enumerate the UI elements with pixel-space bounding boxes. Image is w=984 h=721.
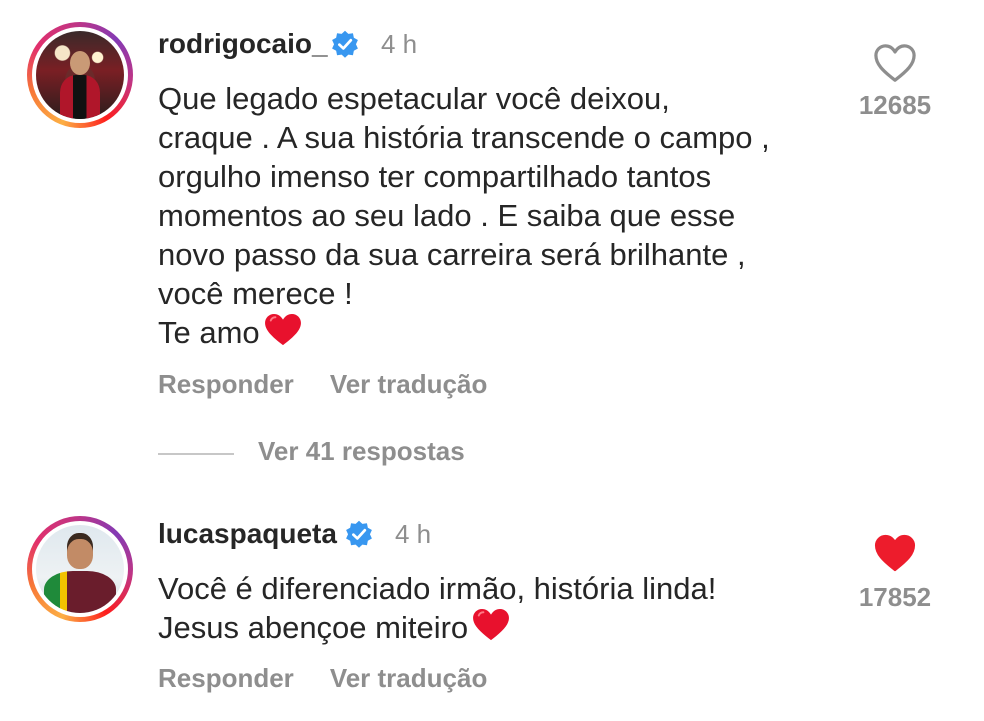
- comment-text: Você é diferenciado irmão, história lind…: [158, 571, 717, 645]
- like-count: 12685: [858, 90, 932, 120]
- comment-actions: Responder Ver tradução: [158, 369, 523, 400]
- reply-button[interactable]: Responder: [158, 663, 294, 693]
- comment-lucaspaqueta: lucaspaqueta 4 h Você é diferenciado irm…: [0, 498, 984, 721]
- comment-time: 4 h: [381, 29, 418, 59]
- avatar: [36, 525, 124, 613]
- red-heart-emoji-icon: [473, 608, 510, 641]
- replies-divider: [158, 453, 234, 455]
- avatar: [36, 31, 124, 119]
- comment-rodrigocaio: rodrigocaio_ 4 h Que legado espetacular …: [0, 0, 984, 466]
- translate-button[interactable]: Ver tradução: [330, 369, 488, 399]
- avatar-story-ring[interactable]: [27, 22, 133, 128]
- comment-username[interactable]: lucaspaqueta: [158, 518, 337, 550]
- comment-username[interactable]: rodrigocaio_: [158, 28, 328, 60]
- avatar-story-ring[interactable]: [27, 516, 133, 622]
- verified-badge-icon: [332, 30, 358, 58]
- heart-outline-icon[interactable]: [872, 42, 918, 84]
- comment-time: 4 h: [395, 519, 432, 549]
- translate-button[interactable]: Ver tradução: [330, 663, 488, 693]
- heart-filled-icon[interactable]: [872, 532, 918, 574]
- comment-text: Que legado espetacular você deixou, craq…: [158, 81, 770, 350]
- view-replies-label[interactable]: Ver 41 respostas: [258, 436, 465, 467]
- comment-actions: Responder Ver tradução: [158, 663, 523, 694]
- verified-badge-icon: [346, 520, 372, 548]
- red-heart-emoji-icon: [264, 313, 301, 346]
- reply-button[interactable]: Responder: [158, 369, 294, 399]
- like-count: 17852: [858, 582, 932, 612]
